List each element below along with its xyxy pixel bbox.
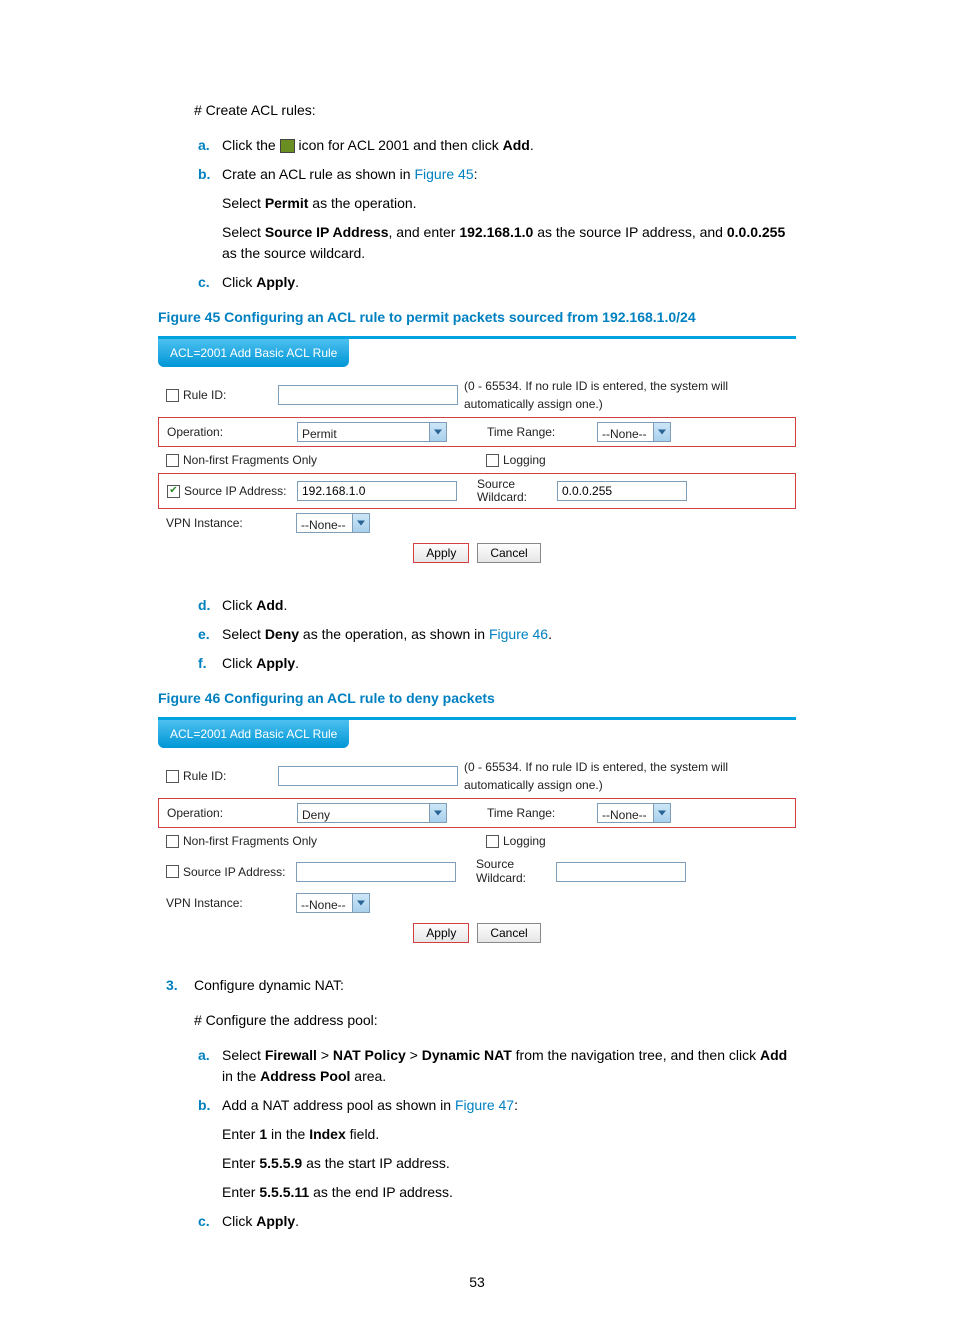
ruleid-checkbox[interactable]	[166, 389, 179, 402]
operation-select[interactable]: Permit	[297, 422, 447, 442]
step3-b: b.Add a NAT address pool as shown in Fig…	[158, 1095, 796, 1116]
logging-checkbox[interactable]	[486, 454, 499, 467]
nonfirst-label: Non-first Fragments Only	[183, 832, 317, 850]
timerange-label: Time Range:	[487, 425, 555, 439]
nonfirst-label: Non-first Fragments Only	[183, 451, 317, 469]
create-acl-intro: # Create ACL rules:	[158, 100, 796, 121]
nonfirst-checkbox[interactable]	[166, 835, 179, 848]
step-b-cont2: Select Source IP Address, and enter 192.…	[158, 222, 796, 264]
figure-45-heading: Figure 45 Configuring an ACL rule to per…	[158, 307, 796, 328]
figure-46-form: ACL=2001 Add Basic ACL Rule Rule ID: (0 …	[158, 717, 796, 954]
srcip-row: ✔ Source IP Address: Source Wildcard:	[158, 473, 796, 509]
step3-a: a.Select Firewall > NAT Policy > Dynamic…	[158, 1045, 796, 1087]
figure-46-heading: Figure 46 Configuring an ACL rule to den…	[158, 688, 796, 709]
srcwild-input[interactable]	[557, 481, 687, 501]
step-e: e.Select Deny as the operation, as shown…	[158, 624, 796, 645]
step3-b-c2: Enter 5.5.5.9 as the start IP address.	[158, 1153, 796, 1174]
step-3: 3.Configure dynamic NAT:	[158, 975, 796, 996]
vpn-select[interactable]: --None--	[296, 893, 370, 913]
ruleid-note: (0 - 65534. If no rule ID is entered, th…	[464, 758, 788, 794]
ruleid-checkbox[interactable]	[166, 770, 179, 783]
srcip-input[interactable]	[296, 862, 456, 882]
cancel-button[interactable]: Cancel	[477, 923, 540, 943]
timerange-label: Time Range:	[487, 806, 555, 820]
step-f: f.Click Apply.	[158, 653, 796, 674]
logging-label: Logging	[503, 451, 546, 469]
step3-c: c.Click Apply.	[158, 1211, 796, 1232]
operation-row: Operation: Permit Time Range: --None--	[158, 417, 796, 447]
edit-icon	[280, 139, 295, 153]
step-a: a.Click the icon for ACL 2001 and then c…	[158, 135, 796, 156]
logging-label: Logging	[503, 832, 546, 850]
ruleid-input[interactable]	[278, 385, 458, 405]
apply-button[interactable]: Apply	[413, 923, 469, 943]
link-figure-45[interactable]: Figure 45	[414, 166, 473, 182]
srcip-label: Source IP Address:	[184, 482, 287, 500]
srcwild-label: Source Wildcard:	[477, 477, 527, 504]
operation-label: Operation:	[167, 804, 223, 822]
page-number: 53	[158, 1272, 796, 1293]
ruleid-label: Rule ID:	[183, 386, 226, 404]
form-tab: ACL=2001 Add Basic ACL Rule	[158, 720, 349, 748]
vpn-label: VPN Instance:	[166, 514, 243, 532]
logging-checkbox[interactable]	[486, 835, 499, 848]
srcwild-label: Source Wildcard:	[476, 857, 526, 884]
form-tab: ACL=2001 Add Basic ACL Rule	[158, 339, 349, 367]
operation-row: Operation: Deny Time Range: --None--	[158, 798, 796, 828]
timerange-select[interactable]: --None--	[597, 803, 671, 823]
link-figure-46[interactable]: Figure 46	[489, 626, 548, 642]
step-b: b.Crate an ACL rule as shown in Figure 4…	[158, 164, 796, 185]
operation-label: Operation:	[167, 423, 223, 441]
srcip-checkbox[interactable]	[166, 865, 179, 878]
link-figure-47[interactable]: Figure 47	[455, 1097, 514, 1113]
operation-select[interactable]: Deny	[297, 803, 447, 823]
vpn-select[interactable]: --None--	[296, 513, 370, 533]
ruleid-label: Rule ID:	[183, 767, 226, 785]
srcip-label: Source IP Address:	[183, 863, 286, 881]
cancel-button[interactable]: Cancel	[477, 543, 540, 563]
srcip-checkbox[interactable]: ✔	[167, 485, 180, 498]
ruleid-input[interactable]	[278, 766, 458, 786]
step-b-cont1: Select Permit as the operation.	[158, 193, 796, 214]
step-c: c.Click Apply.	[158, 272, 796, 293]
step-3-intro: # Configure the address pool:	[158, 1010, 796, 1031]
ruleid-note: (0 - 65534. If no rule ID is entered, th…	[464, 377, 788, 413]
nonfirst-checkbox[interactable]	[166, 454, 179, 467]
timerange-select[interactable]: --None--	[597, 422, 671, 442]
step-d: d.Click Add.	[158, 595, 796, 616]
step3-b-c1: Enter 1 in the Index field.	[158, 1124, 796, 1145]
apply-button[interactable]: Apply	[413, 543, 469, 563]
step3-b-c3: Enter 5.5.5.11 as the end IP address.	[158, 1182, 796, 1203]
srcwild-input[interactable]	[556, 862, 686, 882]
figure-45-form: ACL=2001 Add Basic ACL Rule Rule ID: (0 …	[158, 336, 796, 575]
srcip-input[interactable]	[297, 481, 457, 501]
vpn-label: VPN Instance:	[166, 894, 243, 912]
